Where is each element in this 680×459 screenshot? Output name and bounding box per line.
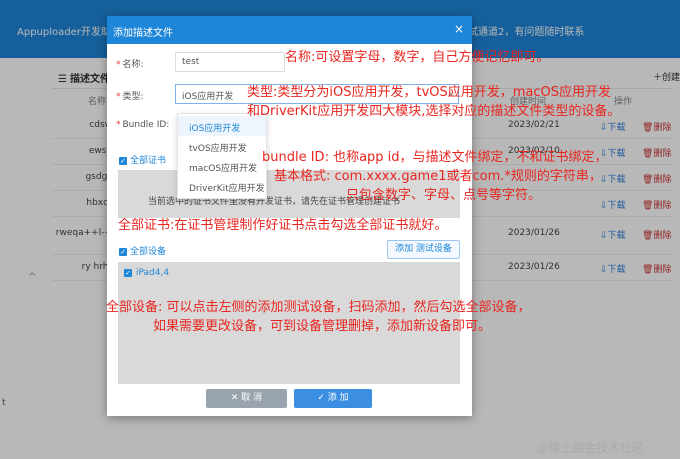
type-option-macos[interactable]: macOS应用开发 <box>178 156 266 176</box>
type-dropdown: iOS应用开发 tvOS应用开发 macOS应用开发 DriverKit应用开发 <box>177 113 267 199</box>
name-label: * 名称: <box>116 60 144 70</box>
type-select-value: iOS应用开发 <box>182 92 234 102</box>
checkbox-checked-icon: ✓ <box>124 268 132 277</box>
type-label: * 类型: <box>116 92 144 102</box>
type-option-tvos[interactable]: tvOS应用开发 <box>178 136 266 156</box>
name-input[interactable]: test <box>175 52 285 72</box>
annotation-bundle-line1: bundle ID: 也称app id，与描述文件绑定，不和证书绑定， <box>262 150 608 165</box>
annotation-bundle-line3: 只包含数字、字母、点号等字符。 <box>346 188 542 203</box>
type-option-driverkit[interactable]: DriverKit应用开发 <box>178 176 266 196</box>
all-devices-checkbox[interactable]: ✓ 全部设备 <box>119 244 166 257</box>
annotation-devices-line1: 全部设备: 可以点击左侧的添加测试设备，扫码添加，然后勾选全部设备， <box>106 300 531 315</box>
cancel-button[interactable]: ✕ 取 消 <box>206 389 287 408</box>
close-icon[interactable]: × <box>454 22 464 36</box>
device-name: iPad4,4 <box>136 268 170 278</box>
annotation-devices-line2: 如果需要更改设备，可到设备管理删掉，添加新设备即可。 <box>153 319 492 334</box>
annotation-type-line1: 类型:类型分为iOS应用开发，tvOS应用开发，macOS应用开发 <box>247 85 612 100</box>
all-certificates-label: 全部证书 <box>130 156 167 166</box>
annotation-name: 名称:可设置字母，数字，自己方便记忆即可。 <box>285 50 550 65</box>
add-test-device-button[interactable]: 添加 测试设备 <box>387 240 460 259</box>
checkbox-checked-icon: ✓ <box>119 156 127 165</box>
checkbox-checked-icon: ✓ <box>119 247 127 256</box>
dialog-title: 添加描述文件 <box>113 28 173 39</box>
dialog-header: 添加描述文件 × <box>107 16 472 44</box>
device-item[interactable]: ✓ iPad4,4 <box>124 268 169 278</box>
all-certificates-checkbox[interactable]: ✓ 全部证书 <box>119 153 166 166</box>
annotation-certificates: 全部证书:在证书管理制作好证书点击勾选全部证书就好。 <box>118 218 448 233</box>
annotation-type-line2: 和DriverKit应用开发四大模块,选择对应的描述文件类型的设备。 <box>247 104 621 119</box>
all-devices-label: 全部设备 <box>130 247 167 257</box>
annotation-bundle-line2: 基本格式: com.xxxx.game1或者com.*规则的字符串， <box>274 169 602 184</box>
watermark: @稀土掘金技术社区 <box>536 441 645 455</box>
add-button[interactable]: ✓ 添 加 <box>294 389 372 408</box>
bundle-id-label: * Bundle ID: <box>116 120 170 130</box>
